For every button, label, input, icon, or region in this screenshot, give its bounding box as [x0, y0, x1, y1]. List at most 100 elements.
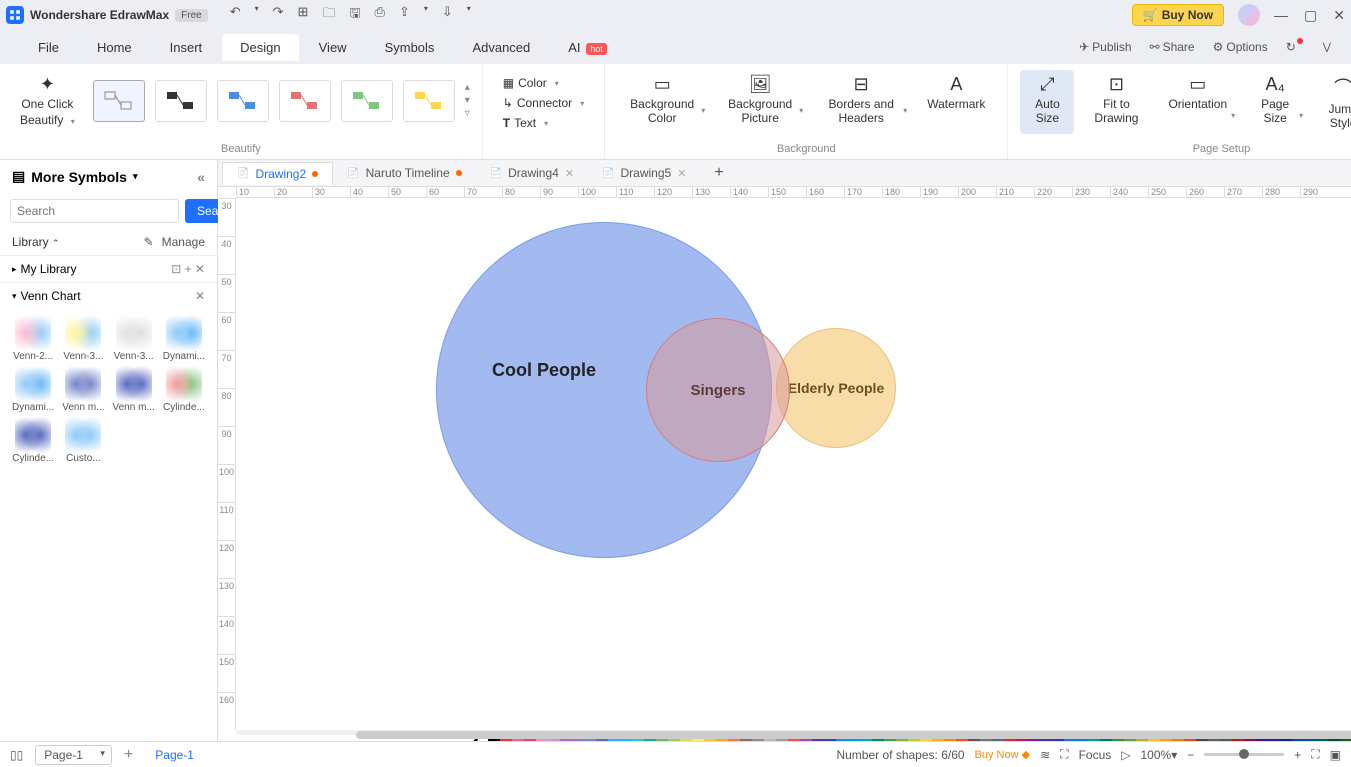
text-dropdown[interactable]: TText▾ [499, 114, 588, 132]
tab-drawing5[interactable]: 📄Drawing5✕ [588, 162, 700, 184]
zoom-out-icon[interactable]: − [1187, 748, 1194, 762]
one-click-beautify-button[interactable]: ✦ One Click Beautify ▾ [12, 70, 83, 131]
venn-chart-accordion[interactable]: ▾Venn Chart ✕ [0, 282, 217, 309]
style-down-icon[interactable]: ▾ [465, 95, 470, 106]
jump-style-button[interactable]: ⌒ Jump Style ▾ [1313, 70, 1351, 134]
menu-design[interactable]: Design [222, 34, 298, 61]
page-size-button[interactable]: A₄ Page Size ▾ [1245, 70, 1305, 134]
connector-dropdown[interactable]: ↳Connector▾ [499, 94, 588, 112]
ruler-vertical: 30405060708090100110120130140150160 [218, 198, 236, 730]
focus-icon[interactable]: ⛶ [1060, 747, 1068, 762]
style-preset-5[interactable] [341, 80, 393, 122]
lib-options-icon[interactable]: ⊡ + ✕ [171, 262, 205, 276]
export-drop-icon[interactable]: ▾ [424, 4, 428, 26]
auto-size-button[interactable]: ⤢ Auto Size [1020, 70, 1074, 134]
symbol-item[interactable]: Venn m... [60, 366, 106, 413]
fullscreen-icon[interactable]: ⛶ [1311, 747, 1319, 762]
print-icon[interactable]: ⎙ [375, 4, 385, 26]
menu-symbols[interactable]: Symbols [367, 34, 453, 61]
fit-page-icon[interactable]: ▣ [1330, 748, 1341, 762]
menu-home[interactable]: Home [79, 34, 150, 61]
zoom-level[interactable]: 100%▾ [1140, 748, 1177, 762]
bg-color-button[interactable]: ▭ Background Color ▾ [617, 70, 707, 129]
orientation-button[interactable]: ▭ Orientation ▾ [1158, 70, 1237, 134]
zoom-in-icon[interactable]: + [1294, 748, 1301, 762]
bg-picture-button[interactable]: 🖼 Background Picture ▾ [715, 70, 805, 129]
new-tab-button[interactable]: + [700, 160, 737, 186]
symbol-item[interactable]: Venn m... [111, 366, 157, 413]
more-symbols-header[interactable]: More Symbols [31, 169, 127, 185]
export-icon[interactable]: ⇪ [399, 4, 410, 26]
maximize-icon[interactable]: ▢ [1304, 7, 1317, 24]
notification-icon[interactable]: ↻ [1286, 40, 1305, 54]
new-icon[interactable]: ⊞ [298, 4, 309, 26]
close-venn-icon[interactable]: ✕ [195, 289, 205, 303]
focus-label[interactable]: Focus [1079, 748, 1112, 762]
symbol-item[interactable]: Venn-2... [10, 315, 56, 362]
open-icon[interactable]: 🗀 [322, 4, 335, 26]
save-icon[interactable]: 🖫 [349, 4, 360, 26]
horizontal-scrollbar[interactable] [236, 730, 1351, 735]
tab-drawing2[interactable]: 📄Drawing2 [222, 162, 333, 185]
close-icon[interactable]: ✕ [1333, 7, 1345, 24]
page-selector[interactable]: Page-1 ▾ [35, 745, 112, 765]
my-library-accordion[interactable]: ▸My Library ⊡ + ✕ [0, 255, 217, 282]
import-icon[interactable]: ⇩ [442, 4, 453, 26]
menu-insert[interactable]: Insert [152, 34, 221, 61]
symbol-item[interactable]: Dynami... [161, 315, 207, 362]
play-icon[interactable]: ▷ [1121, 748, 1130, 762]
borders-headers-button[interactable]: ⊟ Borders and Headers ▾ [813, 70, 909, 129]
page-view-icon[interactable]: ▯▯ [10, 748, 23, 762]
tab-naruto-timeline[interactable]: 📄Naruto Timeline [333, 162, 476, 184]
symbol-item[interactable]: Dynami... [10, 366, 56, 413]
venn-circle-elderly-people[interactable]: Elderly People [776, 328, 896, 448]
venn-circle-singers[interactable]: Singers [646, 318, 790, 462]
user-avatar[interactable] [1238, 4, 1260, 26]
ruler-horizontal: 1020304050607080901001101201301401501601… [236, 187, 1351, 198]
symbol-item[interactable]: Custo... [60, 417, 106, 464]
watermark-button[interactable]: A Watermark [917, 70, 995, 129]
color-dropdown[interactable]: ▦Color▾ [499, 74, 588, 92]
app-title: Wondershare EdrawMax [30, 8, 169, 22]
symbol-item[interactable]: Cylinde... [10, 417, 56, 464]
buy-now-button[interactable]: 🛒 Buy Now [1132, 4, 1224, 26]
style-up-icon[interactable]: ▴ [465, 82, 470, 93]
menu-view[interactable]: View [301, 34, 365, 61]
add-page-icon[interactable]: + [124, 746, 133, 764]
collapse-sidebar-icon[interactable]: « [197, 169, 205, 185]
style-preset-3[interactable] [217, 80, 269, 122]
tab-drawing4[interactable]: 📄Drawing4✕ [476, 162, 588, 184]
library-link[interactable]: Library ⌃ [12, 235, 60, 249]
manage-icon[interactable]: ✎ [144, 235, 154, 249]
symbol-item[interactable]: Cylinde... [161, 366, 207, 413]
minimize-icon[interactable]: — [1274, 7, 1288, 24]
symbol-item[interactable]: Venn-3... [60, 315, 106, 362]
style-preset-6[interactable] [403, 80, 455, 122]
manage-link[interactable]: Manage [162, 235, 205, 249]
collapse-ribbon-icon[interactable]: ⋁ [1323, 42, 1331, 53]
style-preset-4[interactable] [279, 80, 331, 122]
menu-file[interactable]: File [20, 34, 77, 61]
options-link[interactable]: ⚙ Options [1213, 40, 1268, 54]
more-drop-icon[interactable]: ▾ [467, 4, 471, 26]
style-preset-1[interactable] [93, 80, 145, 122]
ribbon: ✦ One Click Beautify ▾ ▴ ▾ ▿ Beautify ▦C… [0, 64, 1351, 160]
redo-icon[interactable]: ↷ [273, 4, 284, 26]
zoom-slider[interactable] [1204, 753, 1284, 756]
drawing-canvas[interactable]: Cool People Elderly People Singers N [236, 198, 1351, 730]
page-tab[interactable]: Page-1 [155, 748, 194, 762]
style-more-icon[interactable]: ▿ [465, 108, 470, 119]
symbol-item[interactable]: Venn-3... [111, 315, 157, 362]
undo-icon[interactable]: ↶ [230, 4, 241, 26]
menu-advanced[interactable]: Advanced [454, 34, 548, 61]
layers-icon[interactable]: ≋ [1040, 748, 1050, 762]
menu-ai[interactable]: AI hot [550, 34, 624, 61]
share-link[interactable]: ⚯ Share [1150, 40, 1195, 54]
fit-to-drawing-button[interactable]: ⊡ Fit to Drawing [1082, 70, 1150, 134]
symbols-sidebar: ▤ More Symbols▾ « Search Library ⌃ ✎Mana… [0, 160, 218, 741]
publish-link[interactable]: ✈ Publish [1079, 40, 1131, 54]
undo-drop-icon[interactable]: ▾ [255, 4, 259, 26]
buy-now-small[interactable]: Buy Now ◆ [975, 748, 1031, 761]
search-input[interactable] [10, 199, 179, 223]
style-preset-2[interactable] [155, 80, 207, 122]
